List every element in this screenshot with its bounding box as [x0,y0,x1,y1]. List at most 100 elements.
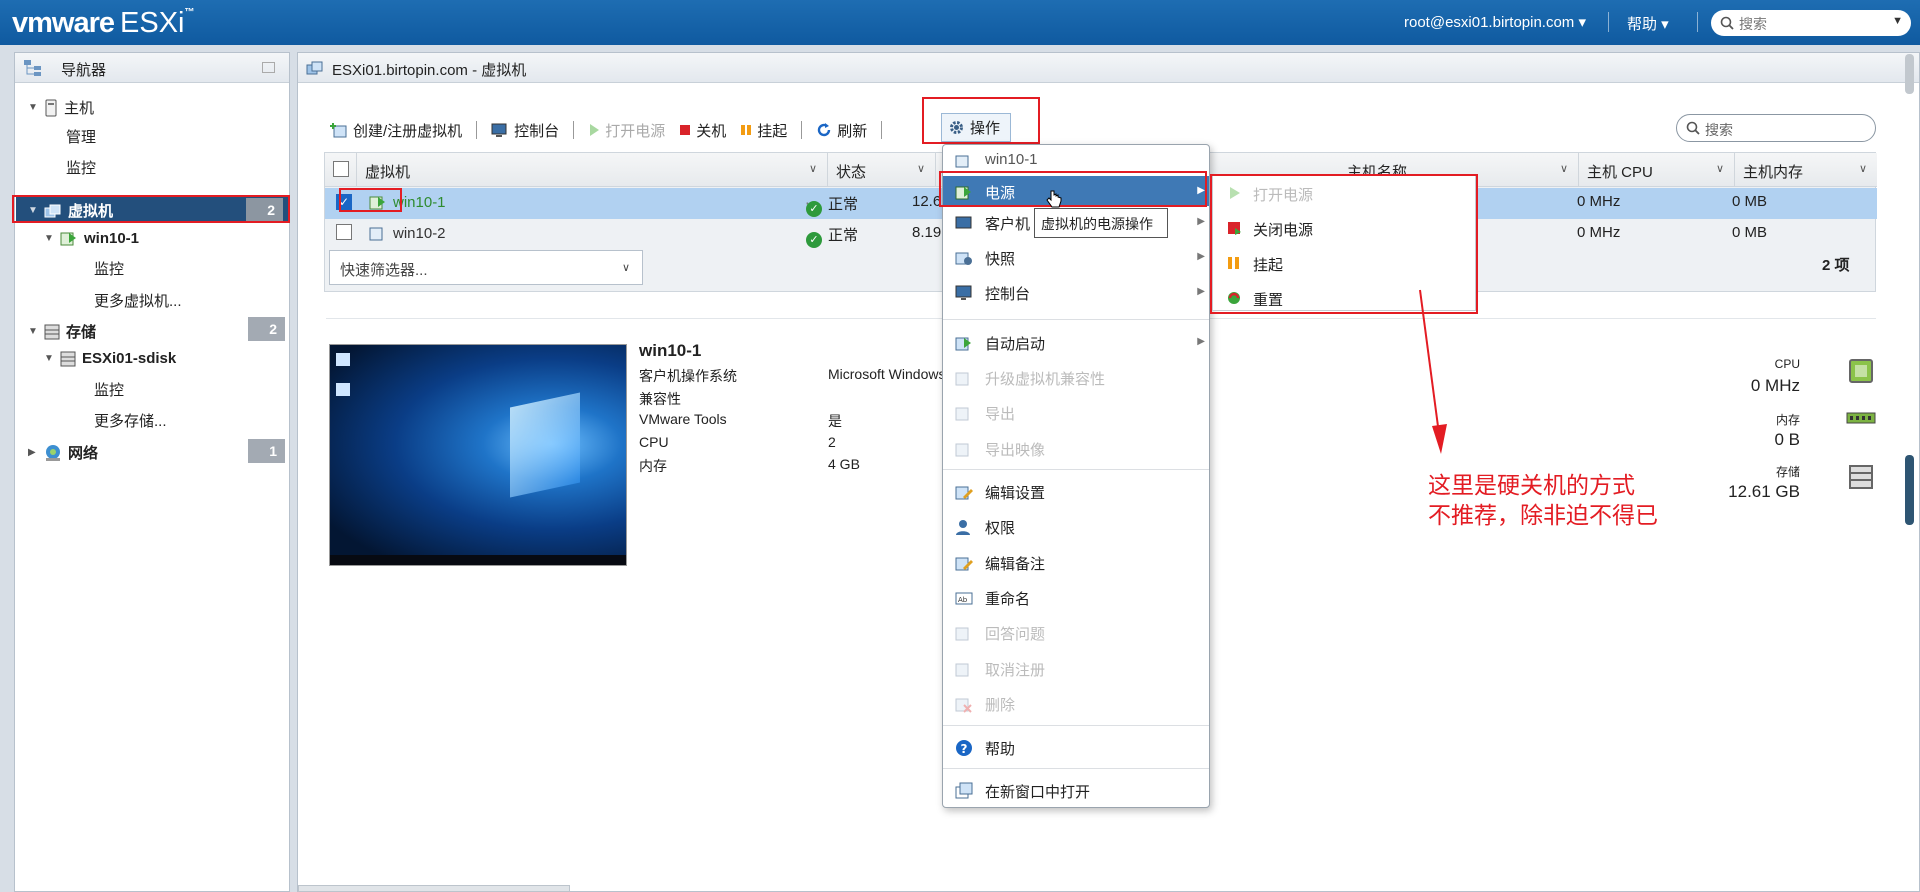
shutdown-button[interactable]: 关机 [679,120,726,141]
menu-item-rename[interactable]: Ab 重命名 [943,582,1209,612]
chevron-down-icon: ▼ [1892,15,1903,27]
menu-item-console[interactable]: 控制台 ▶ [943,277,1209,307]
nav-more-vms[interactable]: 更多虚拟机... [94,290,182,311]
nav-host[interactable]: ▼ 主机 [28,97,94,118]
power-on-button[interactable]: 打开电源 [588,120,665,141]
menu-item-permissions[interactable]: 权限 [943,511,1209,541]
navigator-panel: 导航器 [14,52,290,892]
nav-storage[interactable]: ▼ 存储 [28,321,96,342]
nav-vm-monitor[interactable]: 监控 [94,258,124,279]
navigator-header: 导航器 [15,53,289,83]
select-all-column [325,153,357,187]
scrollbar-track[interactable] [1905,54,1914,94]
vm-running-icon [60,232,76,246]
datastore-icon [60,351,76,366]
column-status[interactable]: 状态 ∨ [828,153,936,187]
chevron-down-icon[interactable]: ∨ [1716,162,1724,175]
menu-item-delete[interactable]: 删除 [943,688,1209,718]
menu-item-export[interactable]: 导出 [943,397,1209,427]
menu-item-export-image[interactable]: 导出映像 [943,433,1209,463]
expand-arrow-icon[interactable]: ▼ [44,353,60,364]
expand-arrow-icon[interactable]: ▼ [28,102,44,113]
vm-icon [369,225,387,245]
prop-label: CPU [639,434,669,450]
edit-settings-icon [955,486,973,500]
nav-network[interactable]: ▶ 网络 [28,442,98,463]
chevron-down-icon: ∨ [621,262,630,274]
guest-os-icon [955,216,972,229]
nav-host-manage[interactable]: 管理 [66,126,96,147]
annotation-red-box-nav [12,195,290,223]
chevron-down-icon[interactable]: ∨ [1859,162,1867,175]
host-icon [45,99,57,116]
delete-icon [955,698,972,713]
chevron-down-icon[interactable]: ∨ [1560,162,1568,175]
autostart-icon [955,337,971,351]
menu-item-answer-question[interactable]: 回答问题 [943,617,1209,647]
stop-icon [680,125,691,135]
scrollbar-thumb[interactable] [1905,455,1914,525]
help-menu[interactable]: 帮助 ▾ [1627,13,1669,34]
expand-arrow-icon[interactable]: ▶ [28,447,44,458]
storage-count-badge: 2 [248,317,285,341]
nav-vm-win10-1[interactable]: ▼ win10-1 [44,229,139,247]
resource-value: 0 MHz [1750,376,1800,395]
prop-label: 内存 [639,458,667,474]
snapshot-icon [955,252,972,265]
resource-label: CPU [1774,357,1800,371]
annotation-note: 这里是硬关机的方式 不推荐，除非迫不得已 [1428,472,1658,528]
menu-divider [943,319,1209,320]
create-register-vm-button[interactable]: 创建/注册虚拟机 [330,120,462,141]
menu-item-upgrade-compat[interactable]: 升级虚拟机兼容性 [943,362,1209,392]
desktop-icon [336,353,350,366]
refresh-icon [818,123,831,137]
power-tooltip: 虚拟机的电源操作 [1034,208,1168,238]
menu-item-help[interactable]: ? 帮助 [943,732,1209,762]
prop-value: Microsoft Windows [828,366,946,382]
export-icon [955,407,969,421]
refresh-button[interactable]: 刷新 [816,120,867,141]
column-host-cpu[interactable]: 主机 CPU ∨ [1579,153,1735,187]
network-icon [46,444,60,461]
row-checkbox[interactable] [336,224,352,240]
menu-item-snapshot[interactable]: 快照 ▶ [943,242,1209,272]
select-all-checkbox[interactable] [333,161,349,177]
suspend-button[interactable]: 挂起 [740,120,787,141]
nav-more-storage[interactable]: 更多存储... [94,410,167,431]
chevron-down-icon[interactable]: ∨ [917,162,925,175]
global-search-input[interactable]: 搜索 ▼ [1711,10,1911,36]
quick-filter-select[interactable]: 快速筛选器... ∨ [329,250,643,285]
nav-host-monitor[interactable]: 监控 [66,157,96,178]
svg-text:?: ? [961,742,968,756]
chevron-down-icon[interactable]: ∨ [809,162,817,175]
console-button[interactable]: 控制台 [491,120,559,141]
annotation-arrow [1419,289,1447,454]
svg-text:Ab: Ab [958,596,968,604]
chevron-right-icon: ▶ [1197,286,1205,297]
nav-datastore[interactable]: ▼ ESXi01-sdisk [44,350,176,367]
menu-item-edit-notes[interactable]: 编辑备注 [943,547,1209,577]
divider [1697,12,1698,32]
prop-label: VMware Tools [639,411,727,427]
vm-console-thumbnail[interactable] [329,344,627,566]
user-menu[interactable]: root@esxi01.birtopin.com ▾ [1404,13,1586,31]
menu-item-unregister[interactable]: 取消注册 [943,653,1209,683]
vm-name-link[interactable]: win10-2 [393,225,446,242]
collapse-panel-icon[interactable] [262,62,275,73]
create-vm-icon [330,123,347,138]
resource-value: 12.61 GB [1728,482,1800,501]
menu-item-open-new-window[interactable]: 在新窗口中打开 [943,775,1209,805]
nav-datastore-monitor[interactable]: 监控 [94,379,124,400]
annotation-red-box-row [339,188,402,212]
status-cell: ✓ 正常 [806,193,858,217]
menu-item-edit-settings[interactable]: 编辑设置 [943,476,1209,506]
column-host-memory[interactable]: 主机内存 ∨ [1735,153,1877,187]
used-cell: 8.19 [912,224,942,241]
expand-arrow-icon[interactable]: ▼ [44,233,60,244]
vm-icon [955,155,969,168]
column-vm[interactable]: 虚拟机 ∨ [357,153,828,187]
host-memory-cell: 0 MB [1732,193,1768,210]
expand-arrow-icon[interactable]: ▼ [28,326,44,337]
vm-search-input[interactable]: 搜索 [1676,114,1876,142]
menu-item-autostart[interactable]: 自动启动 ▶ [943,327,1209,357]
